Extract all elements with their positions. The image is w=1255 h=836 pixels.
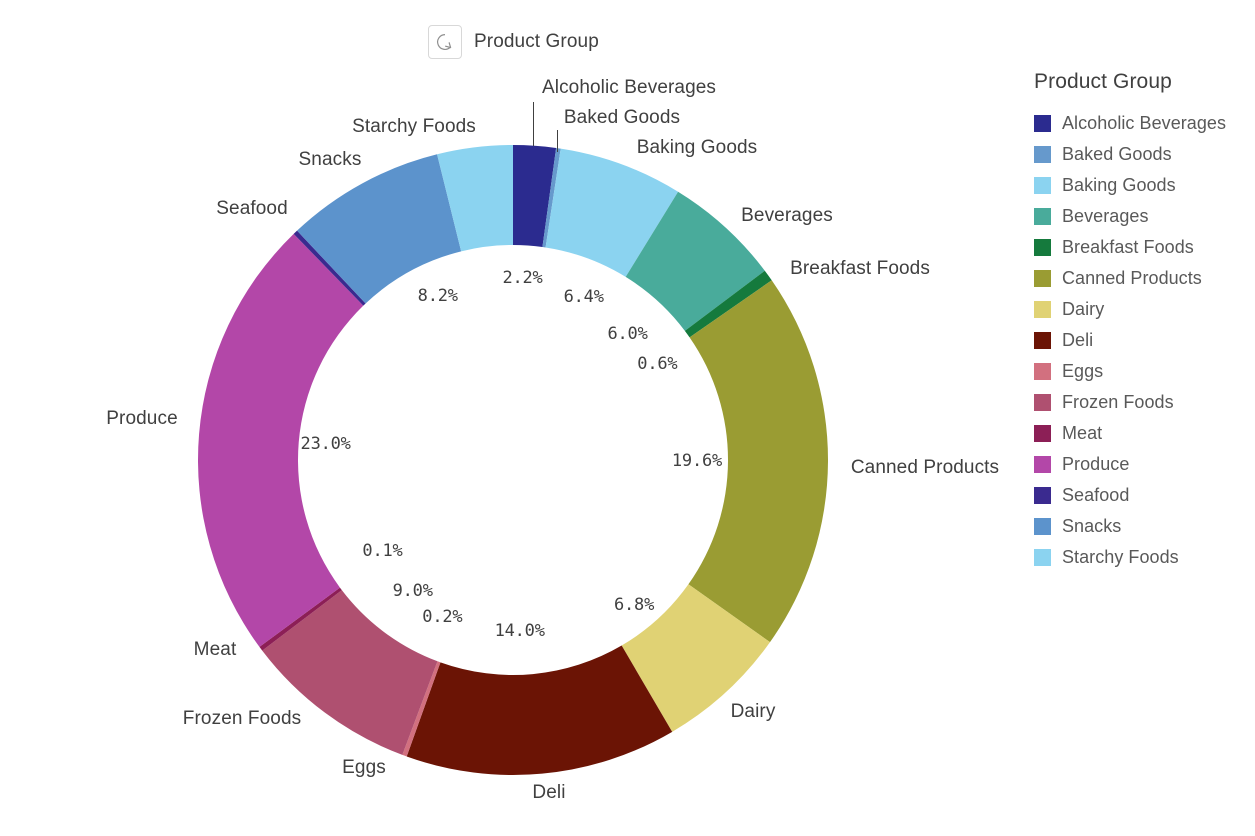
legend-item[interactable]: Dairy [1034,294,1249,325]
slice-category-label: Snacks [298,149,362,170]
slice-category-label: Baked Goods [563,107,681,128]
leader-line-baked-goods [557,130,558,152]
slice-percentage-label: 19.6% [671,450,723,471]
slice-category-label: Breakfast Foods [790,258,930,279]
legend-item[interactable]: Starchy Foods [1034,542,1249,573]
legend-color-swatch [1034,363,1051,380]
legend-item[interactable]: Alcoholic Beverages [1034,108,1249,139]
legend-item-label: Snacks [1062,516,1122,536]
slice-percentage-label: 14.0% [494,621,545,642]
slice-percentage-label: 6.0% [607,323,648,344]
legend-item[interactable]: Frozen Foods [1034,387,1249,418]
slice-percentage-label: 2.2% [502,268,543,289]
legend-color-swatch [1034,425,1051,442]
legend-item-label: Produce [1062,454,1130,474]
slice-category-label: Deli [532,782,566,803]
legend-item-label: Breakfast Foods [1062,237,1194,257]
legend-item-label: Meat [1062,423,1103,443]
legend-item[interactable]: Breakfast Foods [1034,232,1249,263]
slice-category-label: Beverages [741,205,833,226]
legend-color-swatch [1034,270,1051,287]
legend-color-swatch [1034,177,1051,194]
legend-item[interactable]: Seafood [1034,480,1249,511]
donut-chart: 2.2% 6.4% 6.0% 0.6% 19.6% 6.8% 14.0% 0.2% 9.0% 0.… [0,0,1010,836]
slice-category-label: Dairy [730,701,776,722]
legend-color-swatch [1034,332,1051,349]
legend-item[interactable]: Baked Goods [1034,139,1249,170]
legend-item[interactable]: Eggs [1034,356,1249,387]
legend-color-swatch [1034,146,1051,163]
legend-item-label: Eggs [1062,361,1104,381]
slice-percentage-label: 0.6% [637,353,678,374]
legend-item[interactable]: Beverages [1034,201,1249,232]
slice-category-label: Alcoholic Beverages [541,77,717,98]
legend-item-label: Baked Goods [1062,144,1172,164]
slice-percentage-label: 23.0% [300,434,351,455]
legend-color-swatch [1034,549,1051,566]
slice-category-label: Baking Goods [636,137,758,158]
slice-percentage-label: 0.1% [362,540,403,561]
donut-slice[interactable] [406,645,673,775]
legend-item-label: Baking Goods [1062,175,1176,195]
legend-item-label: Canned Products [1062,268,1202,288]
legend-color-swatch [1034,208,1051,225]
legend-item-label: Starchy Foods [1062,547,1179,567]
legend-item[interactable]: Canned Products [1034,263,1249,294]
slice-category-label: Canned Products [850,457,1000,478]
legend-item-label: Alcoholic Beverages [1062,113,1227,133]
slice-category-label: Produce [106,408,178,429]
legend-item-label: Dairy [1062,299,1105,319]
slice-percentage-label: 6.4% [563,286,604,307]
legend-color-swatch [1034,394,1051,411]
slice-category-label: Eggs [342,757,386,778]
legend-color-swatch [1034,518,1051,535]
legend-item-label: Seafood [1062,485,1130,505]
legend-item[interactable]: Deli [1034,325,1249,356]
legend-color-swatch [1034,301,1051,318]
slice-category-label: Meat [193,639,237,660]
legend-item-label: Frozen Foods [1062,392,1174,412]
slice-percentage-label: 9.0% [392,580,433,601]
legend-item-list: Alcoholic Beverages Baked Goods Baking Goo… [1034,108,1249,573]
slice-percentage-label: 0.2% [422,607,463,628]
slice-category-label: Seafood [216,198,288,219]
slice-percentage-label: 8.2% [417,285,458,306]
leader-line-alcoholic-beverages [533,102,534,146]
slice-percentage-label: 6.8% [613,594,655,615]
slice-category-label: Frozen Foods [182,708,302,729]
legend-color-swatch [1034,239,1051,256]
legend-title: Product Group [1034,70,1172,93]
slice-category-label: Starchy Foods [352,116,476,137]
legend-color-swatch [1034,456,1051,473]
legend-item[interactable]: Produce [1034,449,1249,480]
legend-item[interactable]: Meat [1034,418,1249,449]
legend-color-swatch [1034,115,1051,132]
legend-color-swatch [1034,487,1051,504]
donut-slice-group [198,145,829,775]
legend-item-label: Beverages [1062,206,1149,226]
legend: Product Group Alcoholic Beverages Baked G… [1034,70,1249,573]
legend-item-label: Deli [1062,330,1094,350]
legend-item[interactable]: Snacks [1034,511,1249,542]
legend-item[interactable]: Baking Goods [1034,170,1249,201]
